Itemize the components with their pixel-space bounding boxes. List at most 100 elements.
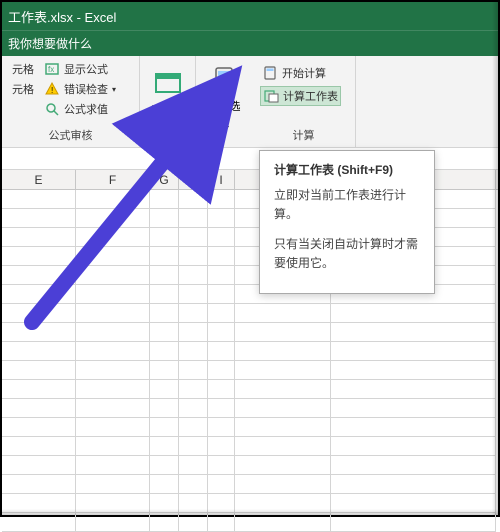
cell[interactable]	[76, 418, 150, 437]
cell[interactable]	[208, 209, 235, 228]
cell[interactable]	[208, 380, 235, 399]
cell[interactable]	[208, 285, 235, 304]
cell[interactable]	[2, 342, 76, 361]
cell[interactable]	[2, 437, 76, 456]
column-header[interactable]: E	[2, 170, 76, 189]
cell[interactable]	[235, 323, 331, 342]
cell[interactable]	[2, 380, 76, 399]
cell[interactable]	[235, 418, 331, 437]
cell[interactable]	[179, 418, 208, 437]
cell[interactable]	[150, 266, 179, 285]
cell[interactable]	[235, 494, 331, 513]
cell[interactable]	[179, 247, 208, 266]
cell[interactable]	[208, 342, 235, 361]
cell[interactable]	[2, 494, 76, 513]
remove-arrows-button[interactable]	[10, 100, 36, 102]
cell[interactable]	[208, 266, 235, 285]
cell[interactable]	[179, 513, 208, 532]
cell[interactable]	[76, 323, 150, 342]
cell[interactable]	[235, 437, 331, 456]
calculation-options-button[interactable]: 计算选项 ▾	[201, 60, 247, 143]
cell[interactable]	[76, 380, 150, 399]
cell[interactable]	[235, 456, 331, 475]
cell[interactable]	[150, 342, 179, 361]
cell[interactable]	[208, 456, 235, 475]
column-header[interactable]: F	[76, 170, 150, 189]
trace-precedents-button[interactable]: 元格	[10, 60, 36, 78]
cell[interactable]	[2, 475, 76, 494]
cell[interactable]	[235, 361, 331, 380]
cell[interactable]	[2, 228, 76, 247]
cell[interactable]	[331, 513, 496, 532]
cell[interactable]	[76, 228, 150, 247]
cell[interactable]	[76, 285, 150, 304]
cell[interactable]	[208, 494, 235, 513]
cell[interactable]	[2, 304, 76, 323]
column-header[interactable]: G	[150, 170, 179, 189]
cell[interactable]	[76, 209, 150, 228]
cell[interactable]	[179, 285, 208, 304]
cell[interactable]	[179, 190, 208, 209]
cell[interactable]	[2, 247, 76, 266]
cell[interactable]	[150, 323, 179, 342]
cell[interactable]	[179, 228, 208, 247]
tell-me-bar[interactable]: 我你想要做什么	[2, 30, 498, 56]
column-header[interactable]: I	[208, 170, 235, 189]
cell[interactable]	[179, 399, 208, 418]
calculate-sheet-button[interactable]: 计算工作表	[260, 86, 341, 106]
cell[interactable]	[2, 190, 76, 209]
cell[interactable]	[76, 494, 150, 513]
cell[interactable]	[331, 475, 496, 494]
cell[interactable]	[235, 304, 331, 323]
cell[interactable]	[179, 209, 208, 228]
cell[interactable]	[179, 266, 208, 285]
cell[interactable]	[76, 437, 150, 456]
cell[interactable]	[235, 399, 331, 418]
cell[interactable]	[208, 437, 235, 456]
cell[interactable]	[2, 361, 76, 380]
cell[interactable]	[331, 323, 496, 342]
cell[interactable]	[179, 494, 208, 513]
cell[interactable]	[331, 361, 496, 380]
cell[interactable]	[76, 190, 150, 209]
cell[interactable]	[208, 323, 235, 342]
cell[interactable]	[2, 418, 76, 437]
cell[interactable]	[150, 304, 179, 323]
cell[interactable]	[76, 266, 150, 285]
cell[interactable]	[150, 399, 179, 418]
cell[interactable]	[331, 399, 496, 418]
show-formulas-button[interactable]: fx 显示公式	[42, 60, 118, 78]
cell[interactable]	[331, 456, 496, 475]
cell[interactable]	[150, 361, 179, 380]
cell[interactable]	[208, 399, 235, 418]
cell[interactable]	[76, 456, 150, 475]
error-checking-button[interactable]: ! 错误检查 ▾	[42, 80, 118, 98]
cell[interactable]	[150, 247, 179, 266]
cell[interactable]	[208, 228, 235, 247]
cell[interactable]	[331, 342, 496, 361]
cell[interactable]	[150, 190, 179, 209]
cell[interactable]	[150, 494, 179, 513]
cell[interactable]	[150, 513, 179, 532]
cell[interactable]	[208, 475, 235, 494]
calculate-now-button[interactable]: 开始计算	[260, 64, 341, 82]
cell[interactable]	[150, 285, 179, 304]
cell[interactable]	[179, 323, 208, 342]
cell[interactable]	[76, 399, 150, 418]
cell[interactable]	[331, 304, 496, 323]
cell[interactable]	[331, 494, 496, 513]
cell[interactable]	[150, 228, 179, 247]
cell[interactable]	[208, 418, 235, 437]
cell[interactable]	[179, 456, 208, 475]
cell[interactable]	[76, 304, 150, 323]
cell[interactable]	[331, 437, 496, 456]
cell[interactable]	[2, 266, 76, 285]
cell[interactable]	[331, 418, 496, 437]
cell[interactable]	[150, 437, 179, 456]
cell[interactable]	[76, 342, 150, 361]
cell[interactable]	[76, 361, 150, 380]
cell[interactable]	[150, 209, 179, 228]
cell[interactable]	[235, 342, 331, 361]
cell[interactable]	[179, 380, 208, 399]
cell[interactable]	[150, 475, 179, 494]
